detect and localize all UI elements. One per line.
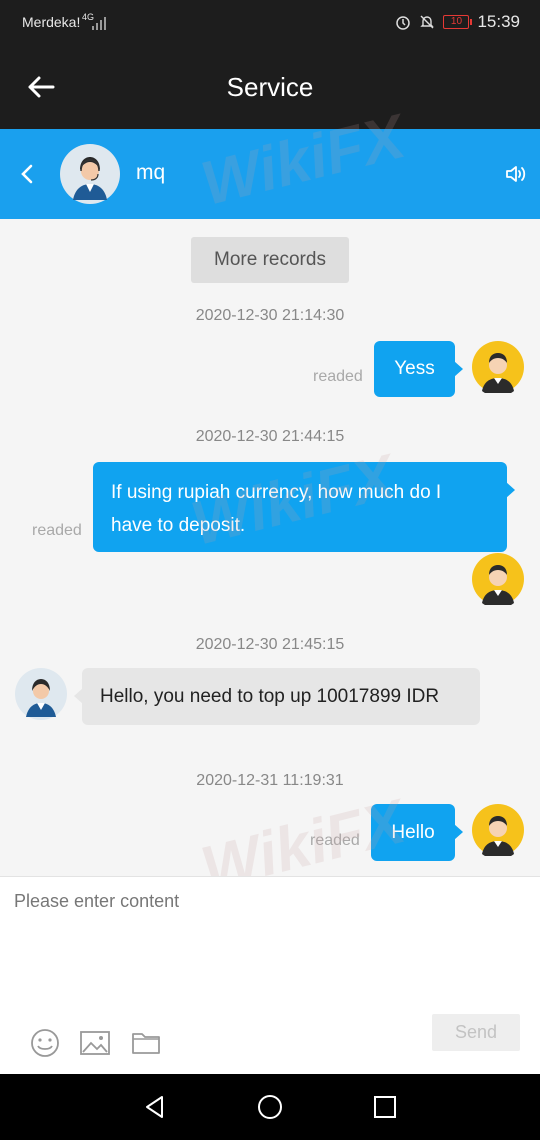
alarm-icon — [396, 16, 411, 30]
user-avatar — [472, 804, 524, 856]
more-records-button[interactable]: More records — [191, 237, 349, 283]
mute-bell-icon — [420, 15, 435, 29]
system-nav-bar — [0, 1074, 540, 1140]
outgoing-message: If using rupiah currency, how much do I … — [93, 462, 515, 552]
send-button[interactable]: Send — [432, 1014, 520, 1051]
nav-back-icon[interactable] — [142, 1094, 168, 1120]
page-title: Service — [226, 72, 314, 102]
chat-area[interactable]: More records 2020-12-30 21:14:30 readed … — [0, 219, 540, 876]
nav-recents-icon[interactable] — [372, 1094, 398, 1120]
status-bar: Merdeka! 4G 10 15:39 — [0, 0, 540, 46]
agent-avatar — [60, 144, 120, 204]
message-timestamp: 2020-12-31 11:19:31 — [196, 772, 344, 789]
chevron-left-icon[interactable] — [18, 162, 38, 186]
agent-avatar — [15, 668, 67, 720]
signal-icon — [92, 14, 106, 30]
message-timestamp: 2020-12-30 21:45:15 — [195, 636, 345, 653]
title-bar: Service — [0, 46, 540, 129]
read-status: readed — [313, 368, 363, 385]
speaker-icon[interactable] — [504, 162, 528, 186]
message-timestamp: 2020-12-30 21:44:15 — [195, 428, 345, 445]
carrier-name: Merdeka! — [22, 14, 81, 30]
folder-icon[interactable] — [130, 1027, 162, 1059]
user-avatar — [472, 341, 524, 393]
clock: 15:39 — [477, 12, 520, 31]
image-icon[interactable] — [79, 1027, 111, 1059]
agent-header: mq — [0, 129, 540, 219]
outgoing-message: Yess — [374, 341, 463, 397]
outgoing-message: Hello — [371, 804, 463, 861]
message-input[interactable] — [14, 891, 524, 1001]
emoji-icon[interactable] — [29, 1027, 61, 1059]
user-avatar — [472, 553, 524, 605]
read-status: readed — [310, 832, 360, 849]
incoming-message: Hello, you need to top up 10017899 IDR — [74, 668, 480, 725]
read-status: readed — [32, 522, 82, 539]
nav-home-icon[interactable] — [257, 1094, 283, 1120]
message-line: If using rupiah currency, how much do I — [111, 482, 442, 503]
message-line: have to deposit. — [111, 515, 246, 536]
agent-name: mq — [136, 161, 166, 184]
battery-icon: 10 — [443, 15, 473, 29]
message-composer: Send — [0, 876, 540, 1074]
message-timestamp: 2020-12-30 21:14:30 — [195, 307, 345, 324]
